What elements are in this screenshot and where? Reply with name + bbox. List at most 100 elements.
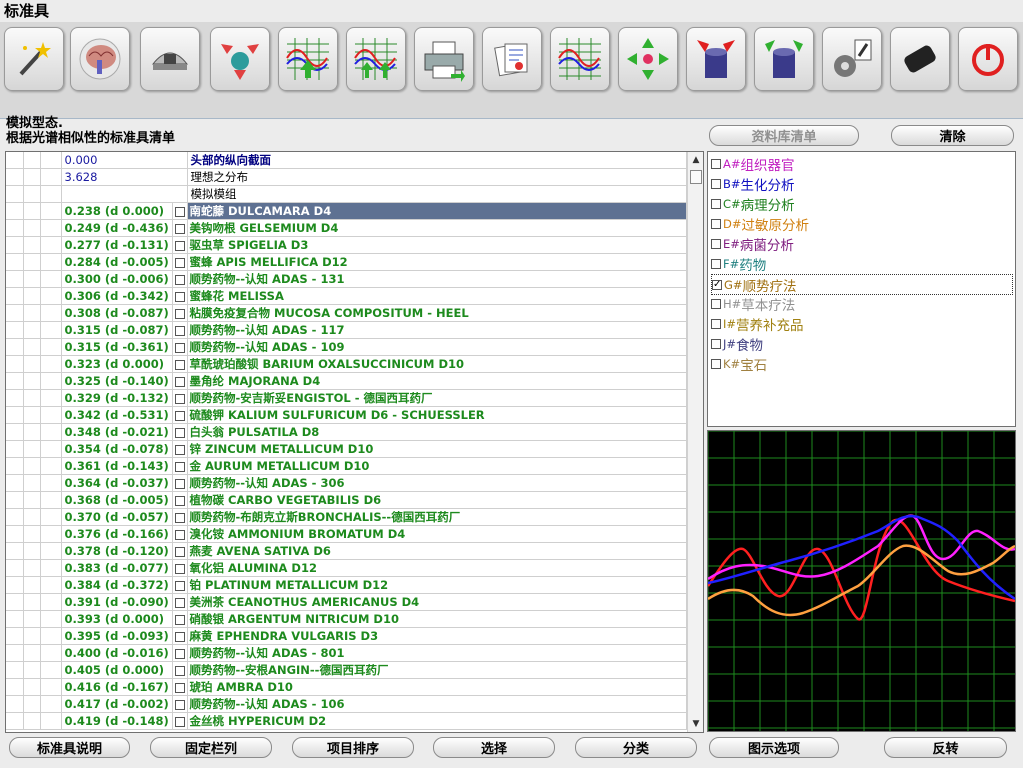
cell-marker[interactable] bbox=[40, 457, 62, 475]
cell-marker[interactable] bbox=[40, 389, 62, 407]
cell-marker[interactable] bbox=[6, 152, 24, 169]
cell-marker[interactable] bbox=[23, 644, 41, 662]
category-checkbox[interactable] bbox=[711, 338, 721, 349]
header-row[interactable]: 0.000 头部的纵向截面 bbox=[6, 152, 687, 169]
cell-marker[interactable] bbox=[23, 321, 41, 339]
select-button[interactable]: 选择 bbox=[433, 737, 555, 758]
row-checkbox[interactable] bbox=[174, 495, 185, 506]
row-checkbox[interactable] bbox=[174, 512, 185, 523]
row-checkbox[interactable] bbox=[174, 342, 185, 353]
cell-marker[interactable] bbox=[40, 168, 62, 186]
row-checkbox[interactable] bbox=[174, 427, 185, 438]
row-checkbox-cell[interactable] bbox=[172, 644, 188, 662]
table-row[interactable]: 0.354 (d -0.078) 锌 ZINCUM METALLICUM D10 bbox=[6, 440, 687, 458]
scroll-down-icon[interactable]: ▼ bbox=[688, 716, 703, 732]
scanner-device-button[interactable] bbox=[140, 27, 200, 91]
row-checkbox-cell[interactable] bbox=[172, 304, 188, 322]
category-item[interactable]: J # 食物 bbox=[711, 334, 763, 354]
report-pages-button[interactable] bbox=[482, 27, 542, 91]
cell-marker[interactable] bbox=[23, 474, 41, 492]
table-row[interactable]: 0.323 (d 0.000) 草酰琥珀酸钡 BARIUM OXALSUCCINI… bbox=[6, 355, 687, 373]
table-row[interactable]: 0.395 (d -0.093) 麻黄 EPHENDRA VULGARIS D3 bbox=[6, 627, 687, 645]
category-checkbox[interactable] bbox=[711, 238, 721, 249]
row-checkbox-cell[interactable] bbox=[172, 508, 188, 526]
cell-marker[interactable] bbox=[40, 559, 62, 577]
cell-marker[interactable] bbox=[6, 219, 24, 237]
list-scrollbar[interactable]: ▲ ▼ bbox=[687, 152, 703, 732]
cell-marker[interactable] bbox=[40, 695, 62, 713]
row-checkbox-cell[interactable] bbox=[172, 610, 188, 628]
table-row[interactable]: 0.306 (d -0.342) 蜜蜂花 MELISSA bbox=[6, 287, 687, 305]
category-checkbox[interactable] bbox=[711, 358, 721, 369]
table-row[interactable]: 0.384 (d -0.372) 铂 PLATINUM METALLICUM D1… bbox=[6, 576, 687, 594]
row-checkbox[interactable] bbox=[174, 563, 185, 574]
cell-marker[interactable] bbox=[23, 152, 41, 169]
cell-marker[interactable] bbox=[40, 542, 62, 560]
category-checkbox[interactable] bbox=[711, 198, 721, 209]
cell-marker[interactable] bbox=[40, 678, 62, 696]
cell-marker[interactable] bbox=[40, 712, 62, 730]
cylinder-out-button[interactable] bbox=[754, 27, 814, 91]
table-row[interactable]: 0.249 (d -0.436) 美钩吻根 GELSEMIUM D4 bbox=[6, 219, 687, 237]
magic-wand-button[interactable] bbox=[4, 27, 64, 91]
cell-marker[interactable] bbox=[40, 270, 62, 288]
cell-marker[interactable] bbox=[40, 355, 62, 373]
cell-marker[interactable] bbox=[40, 440, 62, 458]
wave-double-up-button[interactable] bbox=[346, 27, 406, 91]
cell-marker[interactable] bbox=[40, 202, 62, 220]
row-checkbox-cell[interactable] bbox=[172, 593, 188, 611]
cell-marker[interactable] bbox=[6, 661, 24, 679]
cell-marker[interactable] bbox=[23, 219, 41, 237]
row-checkbox[interactable] bbox=[174, 716, 185, 727]
row-checkbox[interactable] bbox=[174, 410, 185, 421]
category-checkbox-checked[interactable]: ✓ bbox=[712, 279, 722, 290]
row-checkbox-cell[interactable] bbox=[172, 202, 188, 220]
cell-marker[interactable] bbox=[6, 542, 24, 560]
wave-up-button[interactable] bbox=[278, 27, 338, 91]
table-row[interactable]: 0.284 (d -0.005) 蜜蜂 APIS MELLIFICA D12 bbox=[6, 253, 687, 271]
category-checkbox[interactable] bbox=[711, 158, 721, 169]
table-row[interactable]: 0.348 (d -0.021) 白头翁 PULSATILA D8 bbox=[6, 423, 687, 441]
cell-marker[interactable] bbox=[40, 508, 62, 526]
row-checkbox[interactable] bbox=[174, 393, 185, 404]
row-checkbox-cell[interactable] bbox=[172, 627, 188, 645]
cell-marker[interactable] bbox=[40, 321, 62, 339]
category-checkbox[interactable] bbox=[711, 178, 721, 189]
cell-marker[interactable] bbox=[40, 474, 62, 492]
cell-marker[interactable] bbox=[6, 508, 24, 526]
row-checkbox-cell[interactable] bbox=[172, 457, 188, 475]
cell-marker[interactable] bbox=[6, 491, 24, 509]
cell-marker[interactable] bbox=[6, 355, 24, 373]
category-item[interactable]: I # 营养补充品 bbox=[711, 314, 804, 334]
cylinder-in-button[interactable] bbox=[686, 27, 746, 91]
cell-marker[interactable] bbox=[23, 491, 41, 509]
header-row[interactable]: 3.628 理想之分布 bbox=[6, 168, 687, 186]
row-checkbox-cell[interactable] bbox=[172, 389, 188, 407]
category-item[interactable]: A # 组织器官 bbox=[711, 154, 795, 174]
table-row[interactable]: 0.368 (d -0.005) 植物碳 CARBO VEGETABILIS D6 bbox=[6, 491, 687, 509]
table-row[interactable]: 0.361 (d -0.143) 金 AURUM METALLICUM D10 bbox=[6, 457, 687, 475]
cell-marker[interactable] bbox=[23, 406, 41, 424]
cell-marker[interactable] bbox=[6, 678, 24, 696]
cell-marker[interactable] bbox=[23, 610, 41, 628]
row-checkbox[interactable] bbox=[174, 699, 185, 710]
row-checkbox[interactable] bbox=[174, 682, 185, 693]
cell-marker[interactable] bbox=[40, 491, 62, 509]
row-checkbox[interactable] bbox=[174, 291, 185, 302]
category-item[interactable]: B # 生化分析 bbox=[711, 174, 795, 194]
table-row[interactable]: 0.393 (d 0.000) 硝酸银 ARGENTUM NITRICUM D10 bbox=[6, 610, 687, 628]
category-item[interactable]: C # 病理分析 bbox=[711, 194, 795, 214]
cell-marker[interactable] bbox=[23, 253, 41, 271]
classify-button[interactable]: 分类 bbox=[575, 737, 697, 758]
sort-items-button[interactable]: 项目排序 bbox=[292, 737, 414, 758]
category-item[interactable]: H # 草本疗法 bbox=[711, 294, 795, 314]
invert-button[interactable]: 反转 bbox=[884, 737, 1007, 758]
three-arrows-button[interactable] bbox=[210, 27, 270, 91]
table-row[interactable]: 0.364 (d -0.037) 顺势药物--认知 ADAS - 306 bbox=[6, 474, 687, 492]
cell-marker[interactable] bbox=[6, 644, 24, 662]
table-row[interactable]: 0.405 (d 0.000) 顺势药物--安根ANGIN--德国西耳药厂 bbox=[6, 661, 687, 679]
brain-scan-button[interactable] bbox=[70, 27, 130, 91]
table-row[interactable]: 0.419 (d -0.148) 金丝桃 HYPERICUM D2 bbox=[6, 712, 687, 730]
cell-marker[interactable] bbox=[6, 576, 24, 594]
cell-marker[interactable] bbox=[6, 593, 24, 611]
